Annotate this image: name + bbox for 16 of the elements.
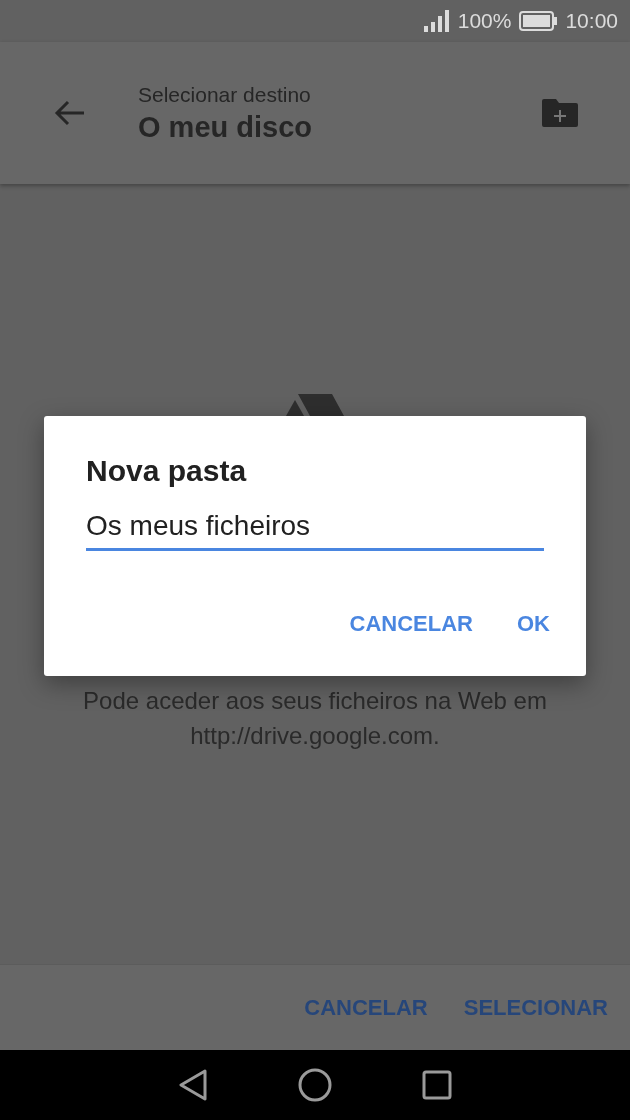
- signal-icon: [423, 10, 450, 32]
- back-arrow-icon: [54, 99, 86, 127]
- recents-nav-icon[interactable]: [422, 1070, 452, 1100]
- home-nav-icon[interactable]: [298, 1068, 332, 1102]
- back-nav-icon[interactable]: [178, 1069, 208, 1101]
- toolbar-title: O meu disco: [138, 110, 314, 144]
- clock-time: 10:00: [565, 9, 618, 33]
- dialog-title: Nova pasta: [86, 454, 248, 488]
- battery-icon: [519, 11, 558, 31]
- battery-percent: 100%: [457, 9, 512, 33]
- new-folder-icon: [542, 99, 578, 127]
- cancel-button[interactable]: CANCELAR: [341, 601, 481, 647]
- ok-button[interactable]: OK: [509, 601, 558, 647]
- toolbar-subtitle: Selecionar destino: [138, 82, 312, 107]
- folder-name-field[interactable]: Os meus ficheiros: [86, 506, 544, 551]
- drive-logo-icon: [286, 394, 344, 416]
